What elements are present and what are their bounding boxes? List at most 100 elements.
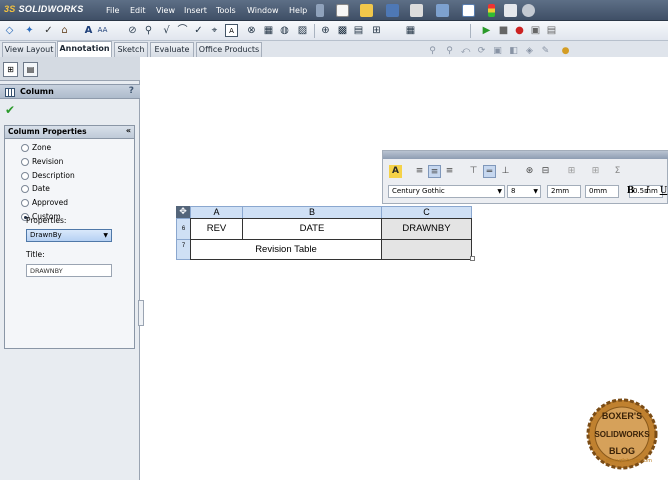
datum-feature-icon[interactable]: A [225, 24, 238, 37]
new-document-icon[interactable] [336, 4, 349, 17]
hide-show-items-icon[interactable]: ◈ [524, 46, 535, 57]
table-cell[interactable] [381, 239, 472, 260]
formatting-toolbar-titlebar[interactable] [383, 151, 668, 159]
surface-finish-icon[interactable]: √ [160, 24, 173, 37]
ok-check-icon[interactable]: ✔ [5, 103, 15, 117]
print-icon[interactable] [410, 4, 423, 17]
align-right-icon[interactable]: ≡ [443, 165, 456, 178]
table-cell[interactable]: REV [190, 218, 243, 240]
geometric-tolerance-icon[interactable]: ⌖ [208, 24, 221, 37]
menu-view[interactable]: View [156, 5, 175, 16]
align-center-icon[interactable]: ≡ [428, 165, 441, 178]
radio-button[interactable] [21, 199, 29, 207]
hole-callout-icon[interactable]: ✓ [192, 24, 205, 37]
table-border-icon[interactable]: ⊟ [539, 165, 552, 178]
radio-button[interactable] [21, 172, 29, 180]
align-middle-icon[interactable]: ═ [483, 165, 496, 178]
row-header-6[interactable]: 6 [176, 218, 191, 240]
radio-button[interactable] [21, 144, 29, 152]
insert-column-icon[interactable]: ⊞ [565, 165, 578, 178]
radio-zone[interactable]: Zone [21, 142, 51, 154]
save-icon[interactable] [386, 4, 399, 17]
help-icon[interactable]: ? [129, 86, 134, 96]
table-cell[interactable]: DATE [242, 218, 382, 240]
radio-description[interactable]: Description [21, 170, 75, 182]
underline-button[interactable]: U [657, 185, 668, 198]
align-left-icon[interactable]: ≡ [413, 165, 426, 178]
sum-icon[interactable]: Σ [611, 165, 624, 178]
previous-view-icon[interactable]: ⤺ [460, 46, 471, 57]
spell-check-icon[interactable]: ✓ [42, 24, 55, 37]
font-size-dropdown[interactable]: 8 ▼ [507, 185, 541, 198]
font-style-icon[interactable]: A [389, 165, 402, 178]
area-hatch-icon[interactable]: ▨ [296, 24, 309, 37]
select-arrow-icon[interactable] [462, 4, 475, 17]
datum-target-icon[interactable]: ⊗ [245, 24, 258, 37]
rotate-view-icon[interactable]: ⟳ [476, 46, 487, 57]
menu-help[interactable]: Help [289, 5, 307, 16]
edit-macro-icon[interactable]: ▤ [545, 24, 558, 37]
column-properties-header[interactable]: Column Properties « [5, 126, 134, 139]
menu-window[interactable]: Window [247, 5, 279, 16]
format-painter-icon[interactable]: ⌂ [58, 24, 71, 37]
cosmetic-thread-icon[interactable]: ▤ [352, 24, 365, 37]
solidworks-logo[interactable]: 3S SOLIDWORKS [4, 4, 94, 17]
title-input[interactable] [26, 264, 112, 277]
radio-date[interactable]: Date [21, 183, 50, 195]
blocks-icon[interactable]: ▦ [262, 24, 275, 37]
insert-row-icon[interactable]: ⊞ [589, 165, 602, 178]
rebuild-traffic-light-icon[interactable] [488, 4, 495, 17]
zoom-to-area-icon[interactable]: ⚲ [444, 46, 455, 57]
pin-icon[interactable] [316, 4, 324, 17]
table-icon[interactable]: ▦ [404, 24, 417, 37]
align-top-icon[interactable]: ⊤ [467, 165, 480, 178]
centerline-icon[interactable]: ▩ [336, 24, 349, 37]
view-orientation-icon[interactable]: ▣ [492, 46, 503, 57]
file-properties-icon[interactable] [504, 4, 517, 17]
revision-cloud-icon[interactable]: ◍ [278, 24, 291, 37]
menu-insert[interactable]: Insert [184, 5, 207, 16]
property-manager-tab-icon[interactable]: ⊞ [3, 62, 18, 77]
tab-annotation[interactable]: Annotation [57, 41, 112, 57]
zoom-to-fit-icon[interactable]: ⚲ [427, 46, 438, 57]
table-anchor-icon[interactable]: ⊛ [523, 165, 536, 178]
cell-padding-field[interactable]: 0mm [585, 185, 619, 198]
radio-revision[interactable]: Revision [21, 156, 63, 168]
linear-note-pattern-icon[interactable]: AA [96, 24, 109, 37]
table-resize-handle[interactable] [470, 256, 475, 261]
dropdown-arrow-icon[interactable]: ▼ [497, 186, 502, 197]
tab-sketch[interactable]: Sketch [114, 42, 148, 57]
cell-gap-field[interactable]: 2mm [547, 185, 581, 198]
display-style-icon[interactable]: ◧ [508, 46, 519, 57]
tab-office-products[interactable]: Office Products [196, 42, 262, 57]
center-mark-icon[interactable]: ⊕ [319, 24, 332, 37]
collapse-chevron-icon[interactable]: « [126, 126, 131, 135]
panel-splitter-handle[interactable] [138, 300, 144, 326]
model-items-icon[interactable]: ✦ [23, 24, 36, 37]
radio-button[interactable] [21, 185, 29, 193]
tab-evaluate[interactable]: Evaluate [150, 42, 194, 57]
table-title-cell[interactable]: Revision Table [190, 239, 382, 260]
balloon-icon[interactable]: ⊘ [126, 24, 139, 37]
radio-button[interactable] [21, 158, 29, 166]
properties-dropdown[interactable]: DrawnBy ▼ [26, 229, 112, 242]
run-macro-icon[interactable]: ▶ [480, 24, 493, 37]
configuration-manager-tab-icon[interactable]: ▤ [23, 62, 38, 77]
tab-view-layout[interactable]: View Layout [2, 42, 56, 57]
font-dropdown[interactable]: Century Gothic ▼ [388, 185, 505, 198]
auto-balloon-icon[interactable]: ⚲ [142, 24, 155, 37]
smart-dimension-icon[interactable]: ◇ [3, 24, 16, 37]
view-settings-icon[interactable]: ✎ [540, 46, 551, 57]
stop-macro-icon[interactable]: ■ [497, 24, 510, 37]
revision-table[interactable]: ✥ A B C 6 REV DATE DRAWNBY 7 Revision Ta… [176, 206, 472, 260]
new-macro-icon[interactable]: ▣ [529, 24, 542, 37]
dropdown-arrow-icon[interactable]: ▼ [533, 186, 538, 197]
appearance-sphere-icon[interactable]: ● [560, 46, 571, 57]
radio-approved[interactable]: Approved [21, 197, 68, 209]
options-gear-icon[interactable] [522, 4, 535, 17]
note-icon[interactable]: A [82, 24, 95, 37]
menu-edit[interactable]: Edit [130, 5, 146, 16]
record-macro-icon[interactable]: ● [513, 24, 526, 37]
multi-jog-leader-icon[interactable]: ⊞ [370, 24, 383, 37]
dropdown-arrow-icon[interactable]: ▼ [103, 230, 108, 241]
